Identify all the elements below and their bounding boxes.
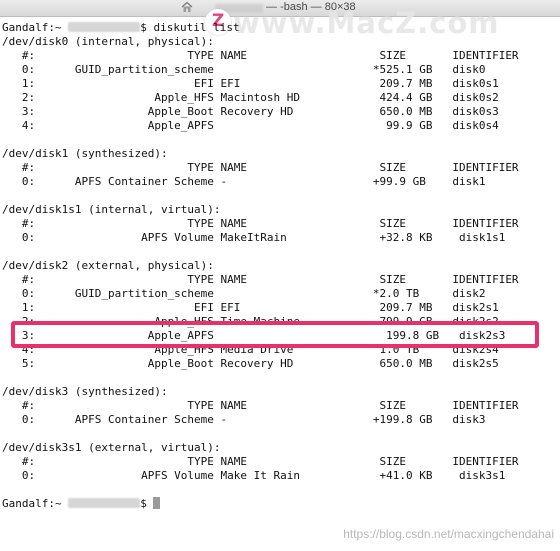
terminal-line: /dev/disk2 (external, physical): [2,259,214,272]
prompt-line: Gandalf:~ $ [2,497,519,511]
terminal-line: 3: Apple_Boot Recovery HD 650.0 MB disk0… [2,105,499,118]
terminal-line: #: TYPE NAME SIZE IDENTIFIER [2,217,519,230]
terminal-line: 0: APFS Container Scheme - +99.9 GB disk… [2,175,486,188]
terminal-line: /dev/disk0 (internal, physical): [2,35,214,48]
terminal-line: #: TYPE NAME SIZE IDENTIFIER [2,161,519,174]
terminal-line: #: TYPE NAME SIZE IDENTIFIER [2,49,519,62]
terminal-line: 2: Apple_HFS Macintosh HD 424.4 GB disk0… [2,91,499,104]
terminal-line: 1: EFI EFI 209.7 MB disk0s1 [2,77,499,90]
terminal-line: 0: APFS Volume Make It Rain +41.0 KB dis… [2,469,506,482]
terminal-output[interactable]: Gandalf:~ $ diskutil list /dev/disk0 (in… [2,21,519,511]
source-url: https://blog.csdn.net/macxingchendahai [343,527,554,541]
terminal-line: #: TYPE NAME SIZE IDENTIFIER [2,273,519,286]
command-line: Gandalf:~ $ diskutil list [2,21,240,34]
cursor-icon [153,497,161,509]
terminal-line: 0: GUID_partition_scheme *2.0 TB disk2 [2,287,486,300]
home-folder-icon [181,1,193,12]
terminal-line: /dev/disk1 (synthesized): [2,147,168,160]
redacted-username [68,498,141,508]
terminal-line: #: TYPE NAME SIZE IDENTIFIER [2,399,519,412]
terminal-line: /dev/disk3s1 (external, virtual): [2,441,221,454]
terminal-line: 0: APFS Volume MakeItRain +32.8 KB disk1… [2,231,506,244]
output-lines: /dev/disk0 (internal, physical): #: TYPE… [2,35,519,511]
terminal-line: 5: Apple_Boot Recovery HD 650.0 MB disk2… [2,357,499,370]
terminal-line: 4: Apple_APFS 99.9 GB disk0s4 [2,119,499,132]
terminal-line: 0: GUID_partition_scheme *525.1 GB disk0 [2,63,486,76]
terminal-line: 1: EFI EFI 209.7 MB disk2s1 [2,301,499,314]
terminal-line: 0: APFS Container Scheme - +199.8 GB dis… [2,413,486,426]
redacted-username [68,22,141,32]
terminal-line: /dev/disk3 (synthesized): [2,385,168,398]
terminal-line: #: TYPE NAME SIZE IDENTIFIER [2,455,519,468]
terminal-line: /dev/disk1s1 (internal, virtual): [2,203,221,216]
highlight-box [11,321,539,348]
